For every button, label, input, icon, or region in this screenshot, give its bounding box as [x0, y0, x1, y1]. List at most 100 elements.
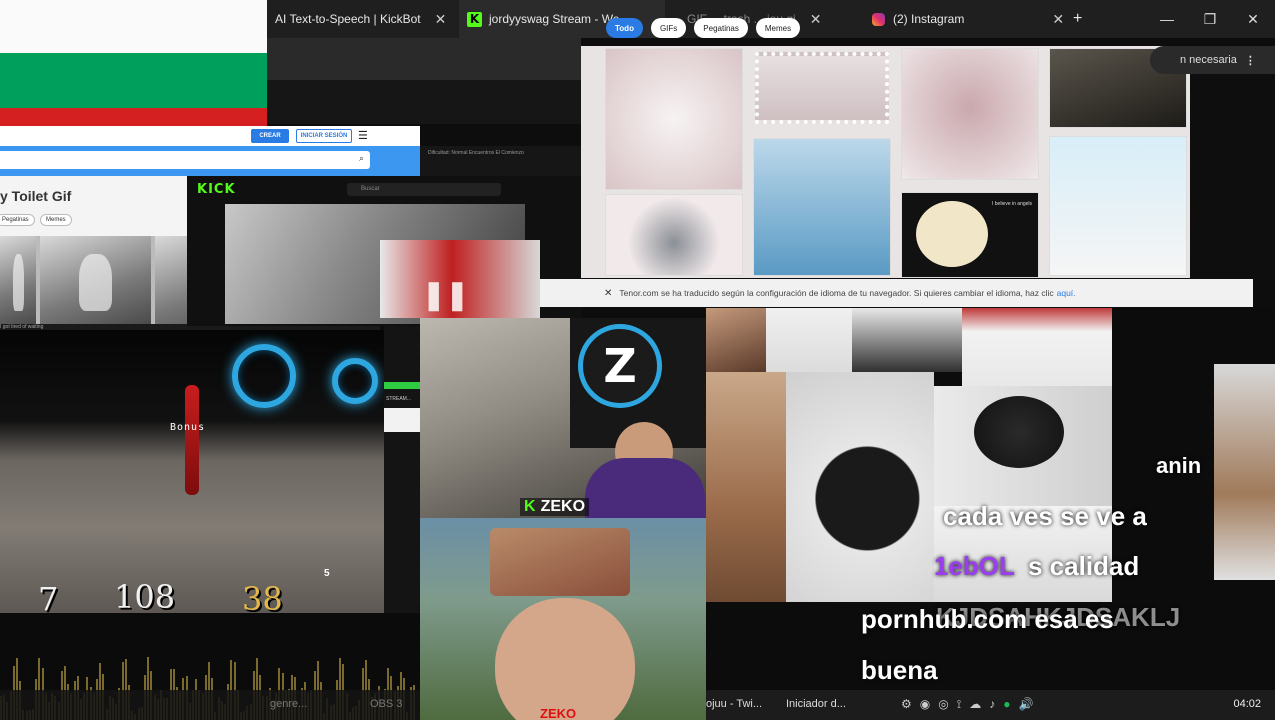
- taskbar-right: ojuu - Twi... Iniciador d... ⚙ ◉ ◎ ⟟ ☁ ♪…: [706, 690, 1275, 720]
- restore-button[interactable]: ❐: [1189, 0, 1231, 38]
- side-action-button[interactable]: n necesaria ⋮: [1150, 46, 1275, 74]
- translation-message: Tenor.com se ha traducido según la confi…: [619, 288, 1054, 298]
- address-bar-area: [267, 38, 581, 80]
- zeko-video: ZEKO: [420, 518, 706, 720]
- webcam-collage: anin cada ves se ve a 1ebOL s calidad KJ…: [706, 308, 1275, 690]
- taskbar-item-obs[interactable]: OBS 3: [370, 698, 402, 710]
- chip-pegatinas[interactable]: Pegatinas: [694, 18, 748, 38]
- chat-input[interactable]: [384, 408, 420, 432]
- overlay-line-2: s calidad: [1028, 551, 1140, 581]
- search-icon[interactable]: ⌕: [359, 153, 364, 164]
- taskbar-item-twitch[interactable]: ojuu - Twi...: [706, 698, 762, 710]
- browser-content-dark: [267, 80, 581, 124]
- zeko-webcam: Z K ZEKO: [420, 318, 706, 518]
- armor-value: 38: [242, 580, 283, 613]
- translation-link[interactable]: aquí.: [1057, 288, 1076, 298]
- tenor-header: CREAR INICIAR SESIÓN ☰: [0, 126, 420, 146]
- steam-icon[interactable]: ◉: [920, 697, 930, 712]
- flag-red-band: [0, 108, 267, 126]
- collage-tile: [934, 386, 1112, 506]
- collage-tile: [706, 372, 786, 602]
- chip-todo[interactable]: Todo: [606, 18, 643, 38]
- cloud-icon[interactable]: ☁: [969, 697, 981, 712]
- taskbar-left: genre... OBS 3: [0, 690, 420, 720]
- tab-kickbot[interactable]: AI Text-to-Speech | KickBot ✕: [275, 0, 446, 38]
- zeko-logo: Z: [578, 324, 662, 408]
- taskbar-item-epic[interactable]: Iniciador d...: [786, 698, 846, 710]
- collage-tile: [1214, 364, 1275, 580]
- stream-preview[interactable]: ❚❚: [380, 240, 540, 318]
- tab-close-icon[interactable]: ✕: [1052, 11, 1064, 28]
- zeko-bottom-label: ZEKO: [540, 706, 577, 720]
- keys-value: 5: [324, 568, 330, 579]
- overlay-line-4: pornhub.com esa es: [861, 604, 1114, 634]
- pin-icon[interactable]: ⟟: [957, 697, 961, 712]
- collage-tile: [706, 308, 766, 372]
- tab-kickbot-label: AI Text-to-Speech | KickBot: [275, 12, 421, 26]
- closeup-face: [495, 598, 635, 720]
- gif-result[interactable]: [605, 48, 743, 190]
- tenor-search-input[interactable]: ⌕: [0, 151, 370, 169]
- heart-quote: I believe in angels: [992, 201, 1033, 207]
- kick-logo[interactable]: KICK: [197, 182, 236, 197]
- chrome-icon[interactable]: ◎: [938, 697, 948, 712]
- instagram-favicon-icon: [872, 12, 885, 26]
- tab-instagram[interactable]: (2) Instagram ✕: [872, 0, 1064, 38]
- streamer-shirt: [585, 458, 705, 518]
- kick-category-tabs: Dificultad: Normal Encuentros El Comienz…: [420, 146, 581, 176]
- crear-button[interactable]: CREAR: [251, 129, 289, 143]
- tenor-filter-chips: Todo GIFs Pegatinas Memes: [606, 18, 801, 38]
- gif-result[interactable]: [755, 52, 889, 124]
- pause-icon[interactable]: ❚❚: [422, 278, 469, 311]
- translation-bar: ✕ Tenor.com se ha traducido según la con…: [540, 279, 1253, 307]
- chip-memes[interactable]: Memes: [755, 18, 801, 38]
- settings-icon[interactable]: ⚙: [901, 697, 912, 712]
- gif-thumbnail[interactable]: [40, 236, 151, 324]
- ammo-left-value: 7: [38, 580, 59, 613]
- chip-gifs[interactable]: GIFs: [650, 18, 687, 38]
- iniciar-sesion-button[interactable]: INICIAR SESIÓN: [296, 129, 352, 143]
- tenor-gif-page: y Toilet Gif Pegatinas Memes: [0, 176, 187, 236]
- taskbar-item-discord[interactable]: genre...: [270, 698, 307, 710]
- page-title: y Toilet Gif: [0, 188, 72, 204]
- zeko-name-tag: K ZEKO: [520, 498, 590, 516]
- collage-tile: [962, 308, 1112, 386]
- volume-icon[interactable]: 🔊: [1018, 697, 1033, 712]
- gif-result[interactable]: [1049, 136, 1187, 276]
- gif-result[interactable]: [901, 48, 1039, 180]
- flag-white-band: [0, 0, 267, 53]
- side-action-label: n necesaria: [1180, 54, 1237, 66]
- collage-tile: [766, 308, 852, 372]
- mic-icon[interactable]: ♪: [989, 697, 995, 712]
- gif-result[interactable]: [605, 194, 743, 276]
- bonus-label: Bonus: [170, 422, 206, 433]
- close-icon[interactable]: ✕: [604, 288, 612, 299]
- minimize-button[interactable]: —: [1146, 0, 1188, 38]
- new-tab-button[interactable]: +: [1073, 0, 1082, 38]
- more-options-icon[interactable]: ⋮: [1245, 54, 1256, 67]
- gif-result[interactable]: I believe in angels: [901, 192, 1039, 278]
- fan-icon: [974, 396, 1064, 468]
- menu-icon[interactable]: ☰: [358, 129, 368, 142]
- chat-text: STREAM...: [386, 396, 412, 402]
- gif-result[interactable]: [753, 138, 891, 276]
- tab-close-icon[interactable]: ✕: [435, 11, 447, 28]
- chat-green-bar: [384, 382, 420, 389]
- taskbar-clock: 04:02: [1233, 698, 1261, 710]
- kick-search-input[interactable]: Buscar: [347, 183, 501, 196]
- spotify-icon[interactable]: ●: [1003, 697, 1010, 712]
- teleporter-ring-icon: [232, 344, 296, 408]
- kick-favicon-icon: K: [467, 11, 482, 27]
- chip-memes[interactable]: Memes: [40, 214, 72, 226]
- kick-tabs-text: Dificultad: Normal Encuentros El Comienz…: [428, 150, 524, 156]
- tab-close-icon[interactable]: ✕: [810, 11, 822, 28]
- chat-strip: STREAM...: [384, 326, 420, 616]
- window-close-button[interactable]: ✕: [1232, 0, 1274, 38]
- tab-jordyyswag-label: jordyyswag Stream - We: [489, 12, 620, 26]
- collage-tile: [852, 308, 962, 372]
- tab-instagram-label: (2) Instagram: [893, 12, 965, 26]
- teleporter-ring-icon: [332, 358, 378, 404]
- gif-thumbnail[interactable]: [0, 236, 37, 324]
- player-figure: [185, 385, 199, 495]
- chip-pegatinas[interactable]: Pegatinas: [0, 214, 35, 226]
